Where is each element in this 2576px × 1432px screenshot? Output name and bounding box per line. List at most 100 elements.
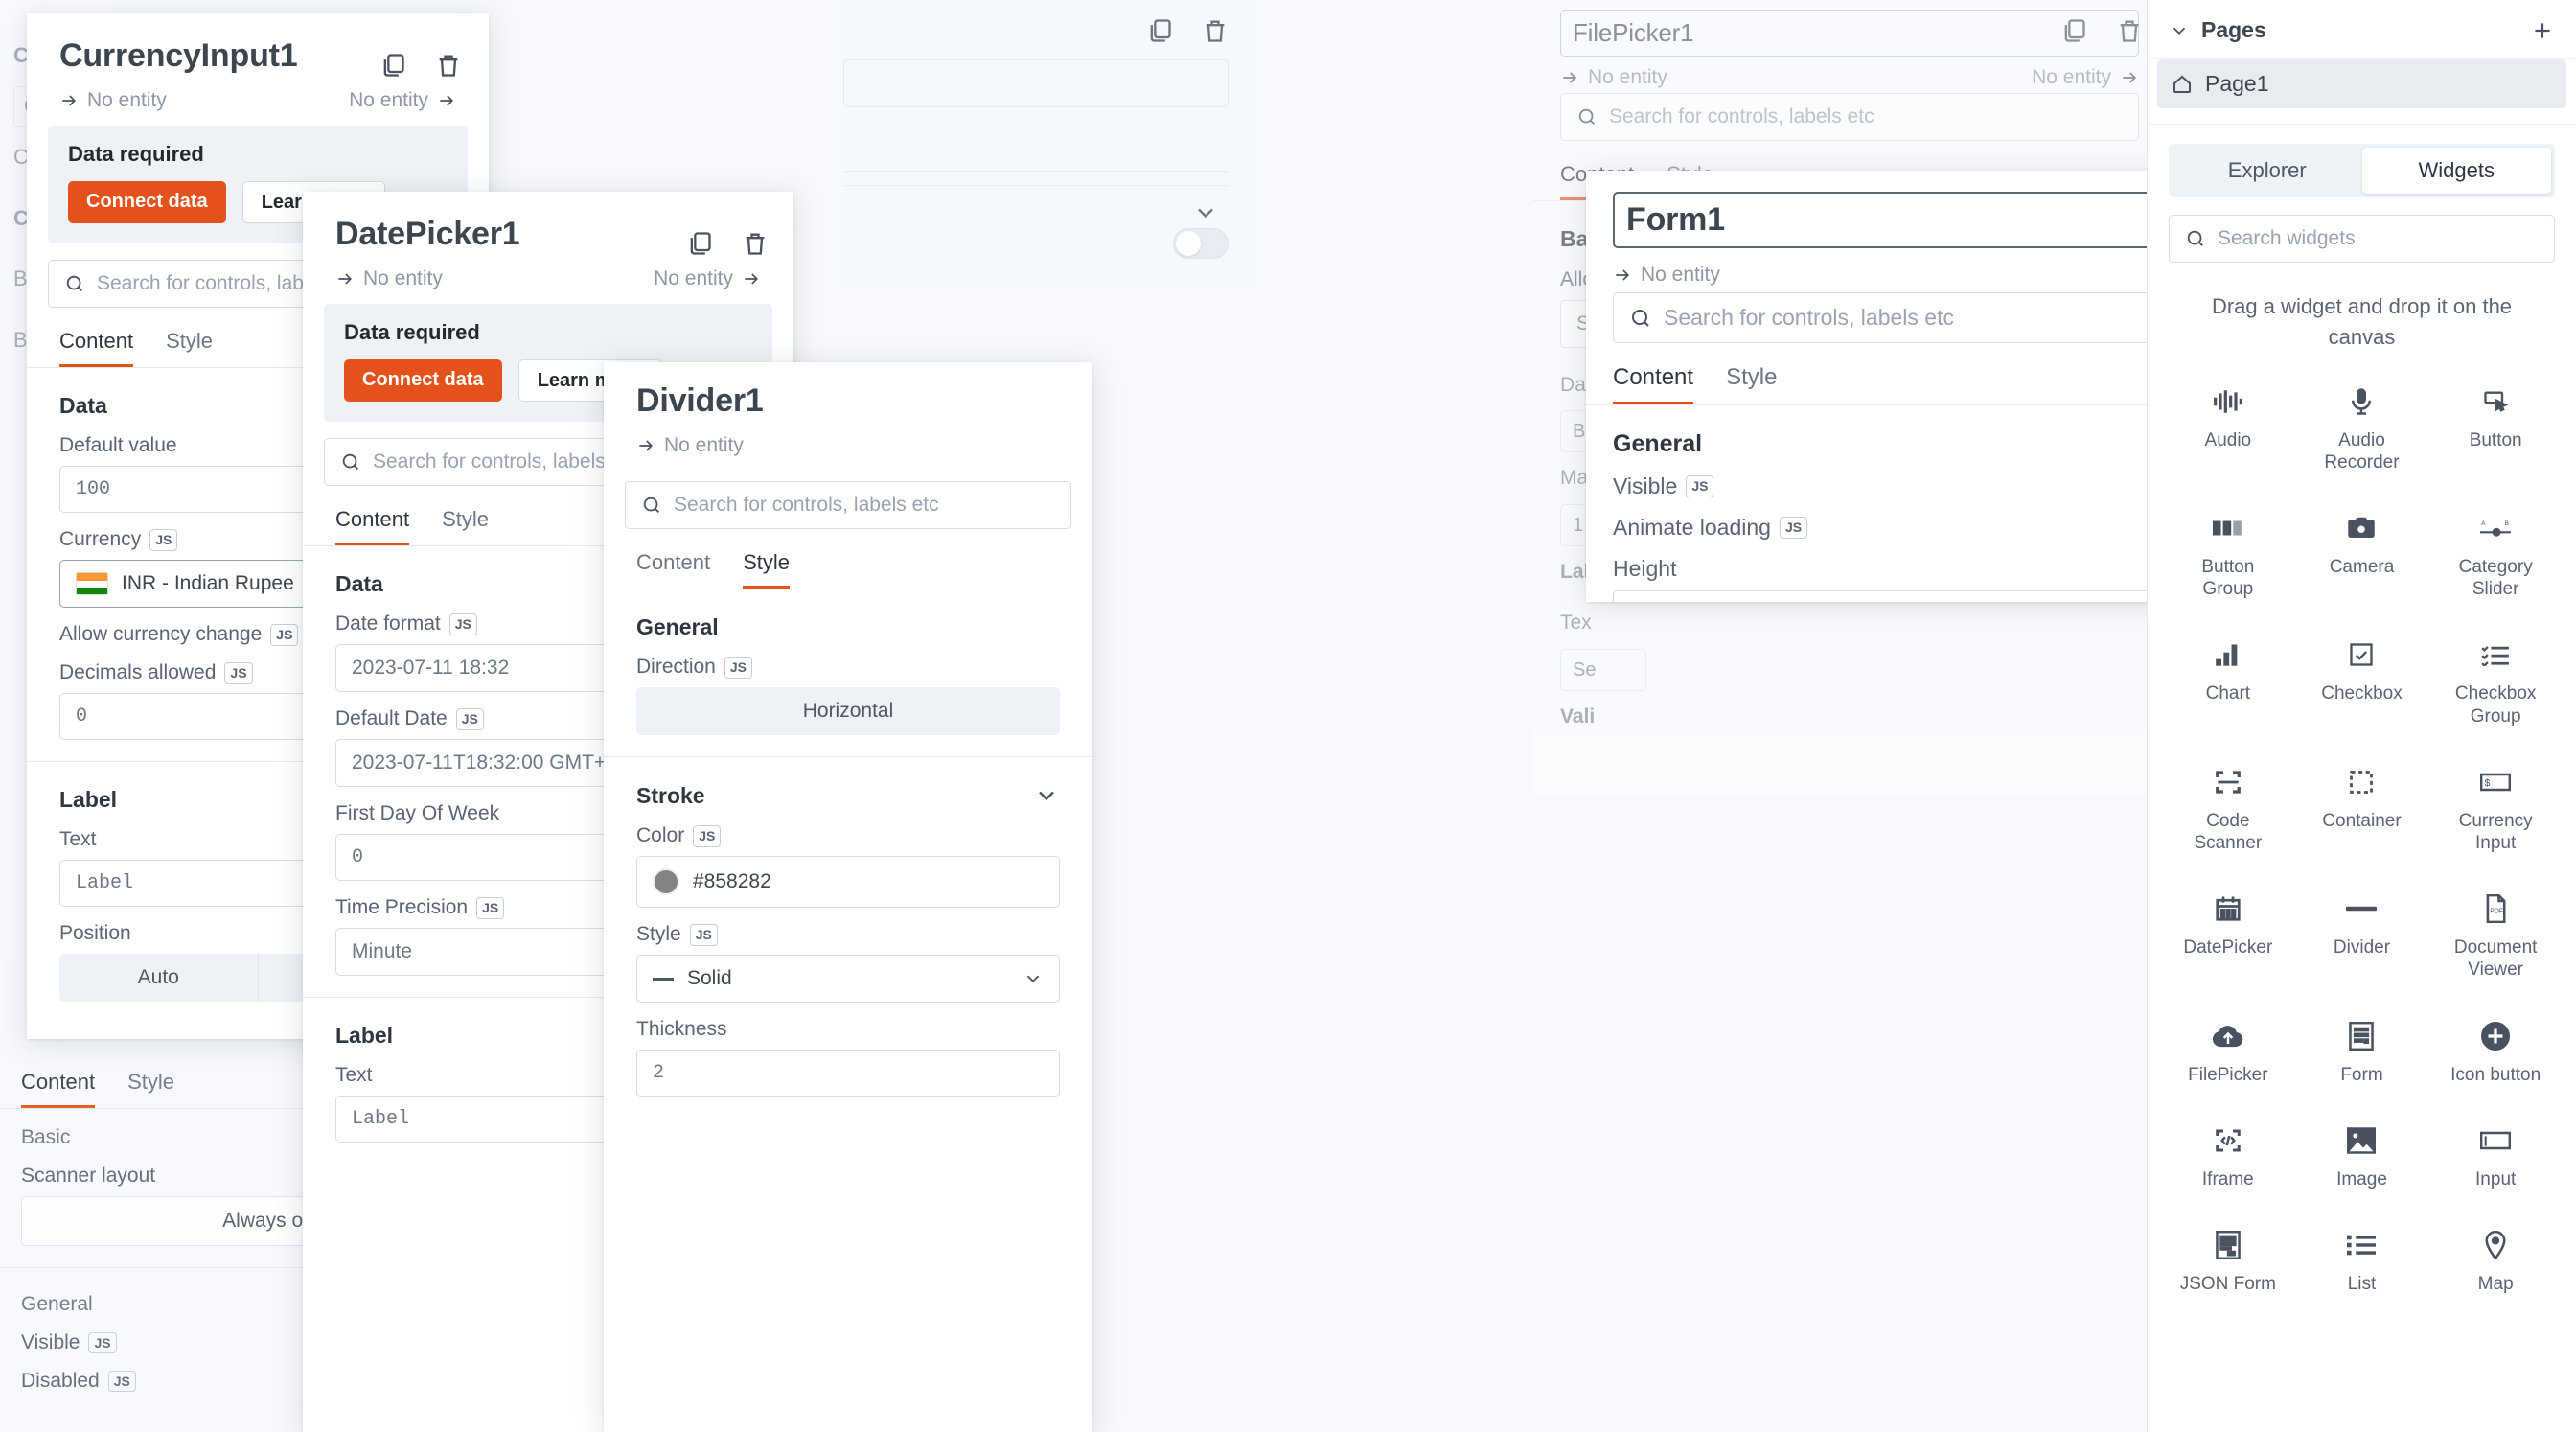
stroke-color-input[interactable]: #858282	[636, 856, 1060, 909]
stroke-style-select[interactable]: Solid	[636, 955, 1060, 1004]
widget-item-divider[interactable]: Divider	[2295, 887, 2429, 984]
sidebar-item-page1[interactable]: Page1	[2157, 59, 2566, 108]
widget-item-chart[interactable]: Chart	[2161, 633, 2295, 730]
entity-right[interactable]: No entity	[349, 89, 456, 112]
partial-label: Tex	[1560, 612, 1592, 635]
widget-item-form[interactable]: Form	[2295, 1014, 2429, 1090]
widget-item-button-group[interactable]: Button Group	[2161, 506, 2295, 604]
filepicker-title[interactable]: FilePicker1	[1560, 10, 2139, 57]
copy-icon[interactable]	[380, 52, 406, 79]
js-badge[interactable]: JS	[88, 1331, 117, 1354]
chevron-down-icon[interactable]	[1023, 968, 1044, 989]
search-controls-box[interactable]: Search for controls, labels etc	[625, 481, 1071, 530]
direction-option-horizontal[interactable]: Horizontal	[636, 687, 1060, 735]
widget-label: Code Scanner	[2194, 810, 2263, 853]
widget-item-code-scanner[interactable]: Code Scanner	[2161, 760, 2295, 858]
widget-item-input[interactable]: Input	[2428, 1119, 2563, 1194]
entity-right[interactable]: No entity	[2032, 66, 2139, 89]
widget-item-category-slider[interactable]: AB Category Slider	[2428, 506, 2563, 604]
tab-content[interactable]: Content	[636, 550, 710, 589]
widget-item-audio-recorder[interactable]: Audio Recorder	[2295, 380, 2429, 477]
toggle-switch[interactable]	[1173, 228, 1229, 259]
tab-style[interactable]: Style	[743, 550, 790, 589]
js-badge[interactable]: JS	[455, 707, 484, 730]
delete-icon[interactable]	[435, 52, 462, 79]
js-badge[interactable]: JS	[689, 923, 718, 946]
explorer-widgets-tabs[interactable]: Explorer Widgets	[2169, 144, 2555, 197]
tab-style[interactable]: Style	[166, 329, 213, 367]
widget-label: Map	[2477, 1273, 2514, 1294]
js-badge[interactable]: JS	[724, 656, 752, 679]
entity-left[interactable]: No entity	[335, 267, 443, 290]
entity-right[interactable]: No entity	[654, 267, 761, 290]
entity-left[interactable]: No entity	[636, 434, 744, 457]
widget-label: Checkbox	[2321, 683, 2403, 704]
tab-style[interactable]: Style	[127, 1070, 174, 1108]
widget-item-image[interactable]: Image	[2295, 1119, 2429, 1194]
js-badge[interactable]: JS	[1686, 475, 1714, 498]
chevron-down-icon[interactable]	[1033, 782, 1060, 809]
delete-icon[interactable]	[2116, 17, 2143, 44]
search-controls-box[interactable]: Search for controls, labels etc	[1613, 292, 2153, 344]
connect-data-button[interactable]: Connect data	[68, 181, 226, 224]
form-panel: Form1 No entity Search for controls, lab…	[1586, 171, 2180, 602]
tab-explorer[interactable]: Explorer	[2173, 148, 2362, 194]
arrow-right-icon	[1613, 266, 1632, 285]
widget-item-currency-input[interactable]: $ Currency Input	[2428, 760, 2563, 858]
tab-content[interactable]: Content	[59, 329, 134, 368]
delete-icon[interactable]	[1202, 17, 1229, 44]
js-badge[interactable]: JS	[693, 824, 722, 847]
solid-line-icon	[653, 977, 674, 981]
entity-left[interactable]: No entity	[1560, 66, 1668, 89]
chevron-down-icon[interactable]	[1192, 199, 1219, 226]
height-select[interactable]: Auto Height	[1613, 590, 2153, 602]
entity-left[interactable]: No entity	[59, 89, 167, 112]
widget-item-json-form[interactable]: JSON Form	[2161, 1223, 2295, 1299]
copy-icon[interactable]	[686, 230, 713, 257]
widget-label: Button	[2469, 429, 2522, 450]
widget-item-document-viewer[interactable]: PDF Document Viewer	[2428, 887, 2563, 984]
widget-item-map[interactable]: Map	[2428, 1223, 2563, 1299]
widget-item-icon-button[interactable]: Icon button	[2428, 1014, 2563, 1090]
search-widgets-box[interactable]: Search widgets	[2169, 215, 2555, 263]
widget-item-audio[interactable]: Audio	[2161, 380, 2295, 477]
widget-item-container[interactable]: Container	[2295, 760, 2429, 858]
js-badge[interactable]: JS	[1779, 517, 1808, 540]
tab-style[interactable]: Style	[442, 507, 489, 545]
widget-item-camera[interactable]: Camera	[2295, 506, 2429, 604]
position-option-auto[interactable]: Auto	[59, 954, 258, 1002]
js-badge[interactable]: JS	[448, 612, 477, 635]
chevron-down-icon[interactable]	[2169, 20, 2190, 41]
form-panel-title[interactable]: Form1	[1613, 192, 2153, 249]
height-label: Height	[1613, 556, 1677, 582]
tab-content[interactable]: Content	[21, 1070, 96, 1108]
widget-item-button[interactable]: Button	[2428, 380, 2563, 477]
widget-item-checkbox-group[interactable]: Checkbox Group	[2428, 633, 2563, 730]
widget-item-filepicker[interactable]: FilePicker	[2161, 1014, 2295, 1090]
copy-icon[interactable]	[2060, 17, 2087, 44]
divider-panel-title[interactable]: Divider1	[636, 382, 1060, 419]
tab-style[interactable]: Style	[1726, 364, 1777, 404]
color-swatch[interactable]	[653, 868, 679, 896]
widget-item-checkbox[interactable]: Checkbox	[2295, 633, 2429, 730]
widget-item-list[interactable]: List	[2295, 1223, 2429, 1299]
tab-content[interactable]: Content	[335, 507, 410, 546]
js-badge[interactable]: JS	[270, 623, 299, 646]
entity-left[interactable]: No entity	[1613, 264, 1720, 287]
js-badge[interactable]: JS	[150, 528, 178, 551]
tab-content[interactable]: Content	[1613, 364, 1694, 405]
direction-segmented[interactable]: Horizontal	[636, 687, 1060, 736]
copy-icon[interactable]	[1146, 17, 1173, 44]
delete-icon[interactable]	[742, 230, 769, 257]
js-badge[interactable]: JS	[224, 661, 253, 684]
js-badge[interactable]: JS	[476, 896, 505, 919]
js-badge[interactable]: JS	[107, 1370, 136, 1393]
widget-item-iframe[interactable]: Iframe	[2161, 1119, 2295, 1194]
widget-item-datepicker[interactable]: DatePicker	[2161, 887, 2295, 984]
stroke-thickness-input[interactable]: 2	[636, 1050, 1060, 1097]
tab-widgets[interactable]: Widgets	[2361, 148, 2551, 194]
label-text-value: Label	[352, 1108, 410, 1131]
connect-data-button[interactable]: Connect data	[344, 359, 502, 403]
partial-label: Vali	[1560, 704, 1596, 728]
plus-icon[interactable]	[2530, 18, 2555, 43]
